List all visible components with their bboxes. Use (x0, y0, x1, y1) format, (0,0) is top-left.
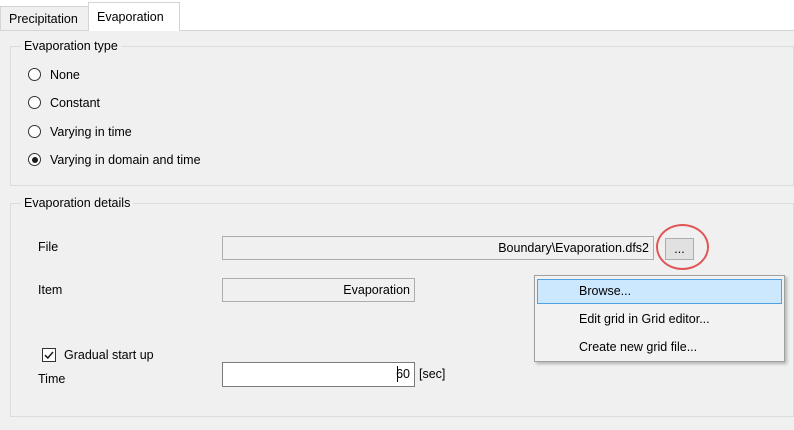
time-unit-label: [sec] (419, 367, 446, 381)
radio-varying-in-domain-and-time-button[interactable] (28, 153, 41, 166)
item-label: Item (38, 283, 63, 297)
radio-varying-in-domain-and-time-label: Varying in domain and time (50, 153, 201, 167)
radio-none-button[interactable] (28, 68, 41, 81)
tab-page-evaporation: Evaporation type None Constant Varying i… (0, 30, 794, 430)
radio-constant-button[interactable] (28, 96, 41, 109)
browse-file-button[interactable]: ... (665, 238, 694, 260)
file-context-menu: Browse... Edit grid in Grid editor... Cr… (534, 275, 785, 362)
time-label: Time (38, 372, 66, 386)
file-label: File (38, 240, 59, 254)
radio-constant-label: Constant (50, 96, 101, 110)
radio-varying-in-time-label: Varying in time (50, 125, 132, 139)
time-value: 60 (396, 367, 410, 381)
menu-item-create-grid[interactable]: Create new grid file... (537, 335, 782, 360)
menu-item-edit-grid[interactable]: Edit grid in Grid editor... (537, 307, 782, 332)
time-input[interactable]: 60 (222, 362, 415, 387)
item-field[interactable]: Evaporation (222, 278, 415, 302)
tab-precipitation[interactable]: Precipitation (0, 6, 89, 30)
radio-varying-in-time-button[interactable] (28, 125, 41, 138)
gradual-start-label: Gradual start up (64, 348, 154, 362)
evaporation-details-title: Evaporation details (21, 196, 134, 210)
gradual-start-checkbox[interactable] (42, 348, 56, 362)
checkmark-icon (44, 351, 54, 360)
file-path-field[interactable]: Boundary\Evaporation.dfs2 (222, 236, 654, 260)
tab-bar: Precipitation Evaporation (0, 0, 794, 31)
text-caret (397, 366, 398, 382)
menu-item-browse[interactable]: Browse... (537, 279, 782, 304)
radio-none-label: None (50, 68, 80, 82)
tab-evaporation[interactable]: Evaporation (88, 2, 180, 31)
evaporation-type-title: Evaporation type (21, 39, 121, 53)
